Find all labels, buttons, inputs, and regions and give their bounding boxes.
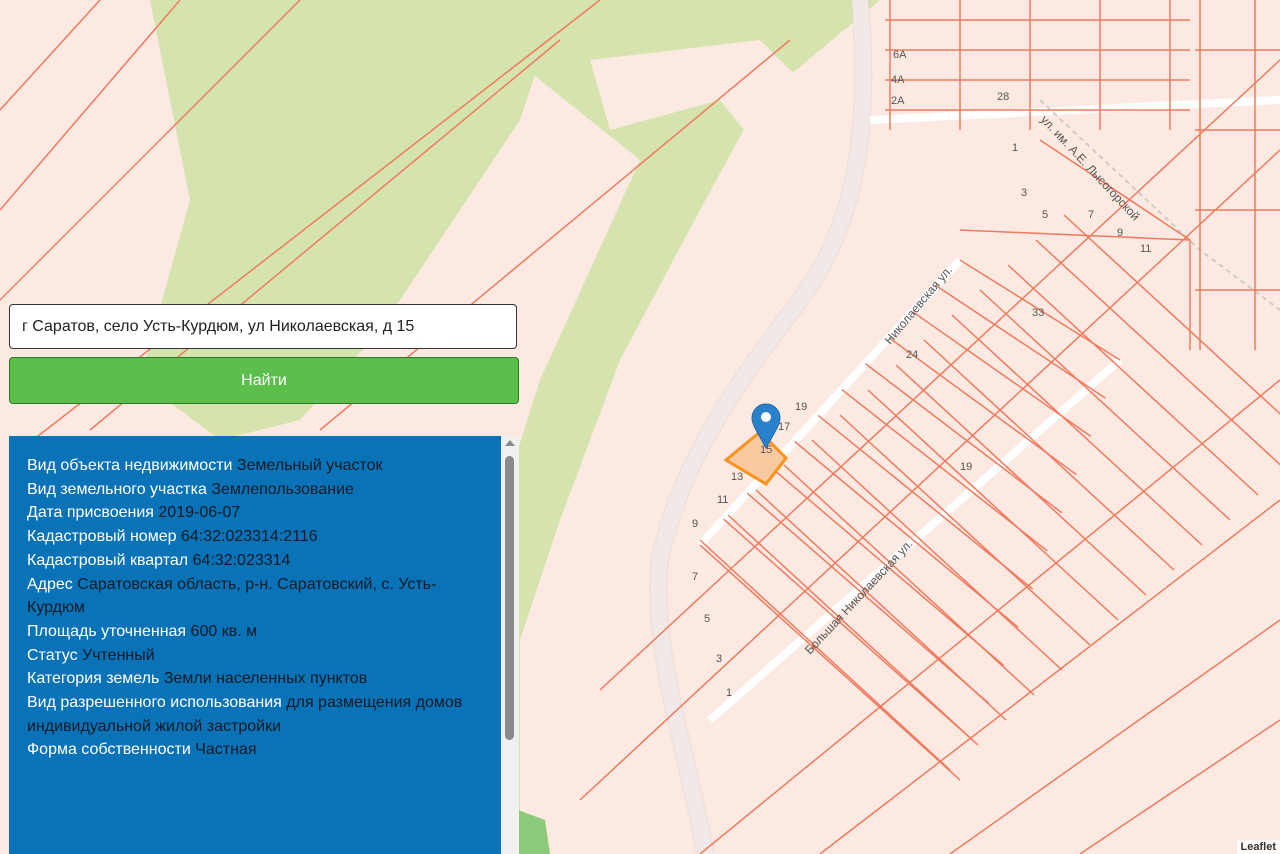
info-value: Частная bbox=[195, 741, 257, 759]
house-number: 9 bbox=[1117, 227, 1123, 239]
address-search-input[interactable]: г Саратов, село Усть-Курдюм, ул Николаев… bbox=[9, 304, 517, 349]
info-label: Статус bbox=[27, 646, 78, 664]
scroll-up-icon[interactable] bbox=[505, 440, 515, 446]
house-number: 1 bbox=[1012, 142, 1018, 154]
house-number: 1 bbox=[726, 687, 732, 699]
info-label: Вид объекта недвижимости bbox=[27, 457, 233, 474]
info-label: Кадастровый номер bbox=[27, 528, 177, 546]
house-number: 11 bbox=[717, 494, 728, 506]
info-value: 64:32:023314 bbox=[192, 551, 291, 569]
info-label: Адрес bbox=[27, 575, 73, 593]
house-number: 7 bbox=[1088, 209, 1094, 221]
panel-scrollbar[interactable] bbox=[501, 436, 519, 854]
info-label: Вид разрешенного использования bbox=[27, 694, 282, 712]
info-label: Кадастровый квартал bbox=[27, 551, 189, 569]
scrollbar-thumb[interactable] bbox=[505, 456, 514, 740]
info-label: Площадь уточненная bbox=[27, 622, 187, 640]
info-value: 2019-06-07 bbox=[158, 504, 241, 522]
info-row: Вид земельного участка Землепользование bbox=[27, 478, 483, 502]
info-row: Площадь уточненная 600 кв. м bbox=[27, 620, 483, 644]
house-number: 28 bbox=[997, 91, 1009, 103]
leaflet-attribution[interactable]: Leaflet bbox=[1236, 840, 1280, 854]
house-number: 5 bbox=[704, 613, 710, 625]
house-number: 7 bbox=[692, 571, 698, 583]
info-row: Форма собственности Частная bbox=[27, 738, 483, 762]
house-number: 24 bbox=[906, 349, 918, 361]
info-label: Дата присвоения bbox=[27, 504, 154, 522]
info-value: 600 кв. м bbox=[190, 622, 258, 640]
house-number: 6А bbox=[893, 49, 907, 61]
find-button[interactable]: Найти bbox=[9, 357, 519, 404]
house-number: 9 bbox=[692, 518, 698, 530]
info-row: Адрес Саратовская область, р-н. Саратовс… bbox=[27, 573, 483, 620]
info-row: Кадастровый квартал 64:32:023314 bbox=[27, 549, 483, 573]
house-number: 19 bbox=[960, 461, 972, 473]
info-row: Категория земель Земли населенных пункто… bbox=[27, 667, 483, 691]
house-number: 4А bbox=[891, 74, 905, 86]
house-number: 3 bbox=[716, 653, 722, 665]
info-row: Дата присвоения 2019-06-07 bbox=[27, 501, 483, 525]
house-number: 15 bbox=[760, 444, 772, 456]
house-number: 33 bbox=[1032, 307, 1044, 319]
house-number: 2А bbox=[891, 95, 905, 107]
info-value: Земельный участок bbox=[236, 457, 383, 474]
info-row: Вид объекта недвижимости Земельный участ… bbox=[27, 454, 483, 478]
info-value: Саратовская область, р-н. Саратовский, с… bbox=[27, 575, 437, 617]
info-row: Статус Учтенный bbox=[27, 644, 483, 668]
house-number: 19 bbox=[795, 401, 807, 413]
parcel-info-panel: Вид объекта недвижимости Земельный участ… bbox=[9, 436, 501, 854]
house-number: 11 bbox=[1140, 243, 1151, 255]
info-value: 64:32:023314:2116 bbox=[180, 528, 318, 546]
info-label: Категория земель bbox=[27, 670, 160, 688]
house-number: 13 bbox=[731, 471, 743, 483]
info-row: Вид разрешенного использования для разме… bbox=[27, 691, 483, 738]
info-value: Учтенный bbox=[82, 646, 155, 664]
info-value: Землепользование bbox=[211, 480, 354, 498]
house-number: 5 bbox=[1042, 209, 1048, 221]
house-number: 3 bbox=[1021, 187, 1027, 199]
info-value: Земли населенных пунктов bbox=[163, 670, 368, 688]
info-label: Вид земельного участка bbox=[27, 480, 207, 498]
street-label: ул. им. А.Е. Лысогорской bbox=[1038, 112, 1143, 223]
info-row: Кадастровый номер 64:32:023314:2116 bbox=[27, 525, 483, 549]
house-number: 17 bbox=[778, 421, 790, 433]
info-label: Форма собственности bbox=[27, 741, 191, 759]
